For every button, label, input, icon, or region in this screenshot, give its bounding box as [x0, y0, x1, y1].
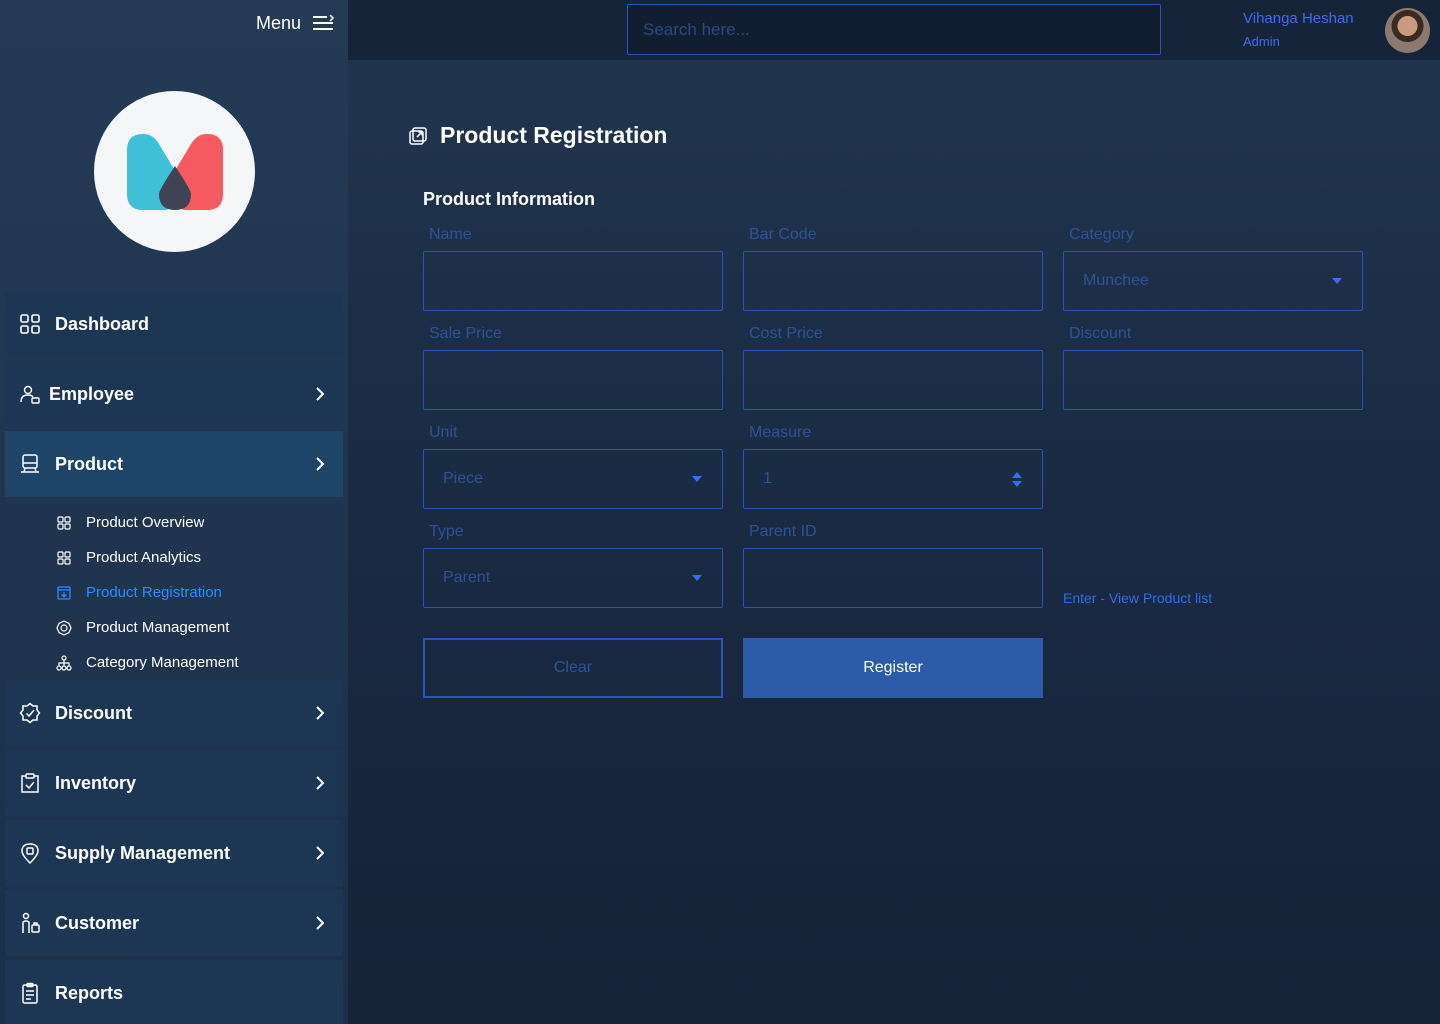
submenu-product-analytics-label: Product Analytics — [86, 549, 202, 566]
submenu-category-management[interactable]: Category Management — [56, 645, 336, 680]
nav-employee-label: Employee — [49, 383, 135, 404]
submenu-product-registration[interactable]: Product Registration — [56, 575, 336, 610]
measure-stepper[interactable]: 1 — [743, 449, 1043, 509]
gear-icon — [56, 619, 72, 636]
category-value: Munchee — [1083, 272, 1149, 289]
category-select[interactable]: Munchee — [1063, 251, 1363, 311]
unit-value: Piece — [443, 470, 484, 487]
submenu-product-overview[interactable]: Product Overview — [56, 505, 336, 540]
nav-customer[interactable]: Customer — [5, 890, 343, 956]
type-label: Type — [429, 523, 464, 540]
nav-discount[interactable]: Discount — [5, 680, 343, 746]
nav-discount-label: Discount — [55, 702, 133, 723]
submenu-product-overview-label: Product Overview — [86, 514, 205, 531]
logo-mark-icon — [126, 133, 223, 210]
nav-dashboard[interactable]: Dashboard — [5, 291, 343, 357]
sidebar: Menu Dashboard Employee Product Product … — [0, 0, 348, 1024]
overview-icon — [57, 515, 71, 530]
inventory-icon — [19, 772, 41, 794]
product-icon — [19, 453, 41, 475]
nav-inventory[interactable]: Inventory — [5, 750, 343, 816]
chevron-right-icon — [316, 916, 325, 930]
search-input[interactable] — [627, 4, 1161, 55]
nav-customer-label: Customer — [55, 912, 140, 933]
customer-icon — [19, 912, 41, 934]
avatar[interactable] — [1385, 8, 1430, 53]
external-link-icon — [409, 126, 427, 145]
analytics-icon — [57, 550, 71, 565]
submenu-product-registration-label: Product Registration — [86, 584, 222, 601]
name-field[interactable] — [423, 251, 723, 311]
menu-icon — [313, 14, 335, 30]
submenu-product-analytics[interactable]: Product Analytics — [56, 540, 336, 575]
nav-supply-management[interactable]: Supply Management — [5, 820, 343, 886]
measure-label: Measure — [749, 424, 812, 441]
unit-label: Unit — [429, 424, 458, 441]
cost-price-field[interactable] — [743, 350, 1043, 410]
dropdown-icon — [1332, 278, 1342, 284]
discount-field[interactable] — [1063, 350, 1363, 410]
nav-employee[interactable]: Employee — [5, 361, 343, 427]
nav-product[interactable]: Product — [5, 431, 343, 497]
nav-reports-label: Reports — [55, 982, 124, 1003]
product-submenu: Product Overview Product Analytics Produ… — [56, 505, 336, 680]
top-bar: Vihanga Heshan Admin — [348, 0, 1440, 60]
category-label: Category — [1069, 226, 1134, 243]
user-role: Admin — [1243, 34, 1280, 49]
dashboard-icon — [19, 313, 41, 335]
submenu-product-management[interactable]: Product Management — [56, 610, 336, 645]
dropdown-icon — [692, 575, 702, 581]
unit-select[interactable]: Piece — [423, 449, 723, 509]
chevron-right-icon — [316, 387, 325, 401]
registration-icon — [57, 585, 71, 600]
nav-inventory-label: Inventory — [55, 772, 137, 793]
measure-value: 1 — [763, 470, 772, 487]
page-title: Product Registration — [440, 122, 668, 148]
reports-icon — [19, 982, 41, 1004]
barcode-label: Bar Code — [749, 226, 817, 243]
employee-icon — [19, 383, 41, 405]
discount-label: Discount — [1069, 325, 1132, 342]
section-title: Product Information — [423, 189, 595, 209]
menu-label: Menu — [256, 12, 302, 33]
type-select[interactable]: Parent — [423, 548, 723, 608]
user-name[interactable]: Vihanga Heshan — [1243, 10, 1354, 27]
chevron-right-icon — [316, 776, 325, 790]
spinner-icon[interactable] — [1012, 471, 1022, 487]
barcode-field[interactable] — [743, 251, 1043, 311]
sale-price-label: Sale Price — [429, 325, 502, 342]
parent-id-field[interactable] — [743, 548, 1043, 608]
nav-dashboard-label: Dashboard — [55, 313, 150, 334]
discount-icon — [19, 702, 41, 724]
name-label: Name — [429, 226, 472, 243]
parent-id-label: Parent ID — [749, 523, 817, 540]
register-button[interactable]: Register — [743, 638, 1043, 698]
app-logo — [94, 91, 255, 252]
sale-price-field[interactable] — [423, 350, 723, 410]
page-header: Product Registration — [408, 122, 667, 149]
clear-button[interactable]: Clear — [423, 638, 723, 698]
chevron-right-icon — [316, 846, 325, 860]
menu-toggle[interactable]: Menu — [256, 10, 335, 36]
hierarchy-icon — [56, 654, 72, 671]
submenu-product-management-label: Product Management — [86, 619, 230, 636]
cost-price-label: Cost Price — [749, 325, 823, 342]
nav-reports[interactable]: Reports — [5, 960, 343, 1024]
chevron-right-icon — [316, 706, 325, 720]
submenu-category-management-label: Category Management — [86, 654, 239, 671]
dropdown-icon — [692, 476, 702, 482]
chevron-right-icon — [316, 457, 325, 471]
nav-product-label: Product — [55, 453, 124, 474]
location-icon — [19, 842, 41, 864]
type-value: Parent — [443, 569, 491, 586]
view-product-list-link[interactable]: Enter - View Product list — [1063, 590, 1212, 606]
nav-supply-management-label: Supply Management — [55, 842, 231, 863]
